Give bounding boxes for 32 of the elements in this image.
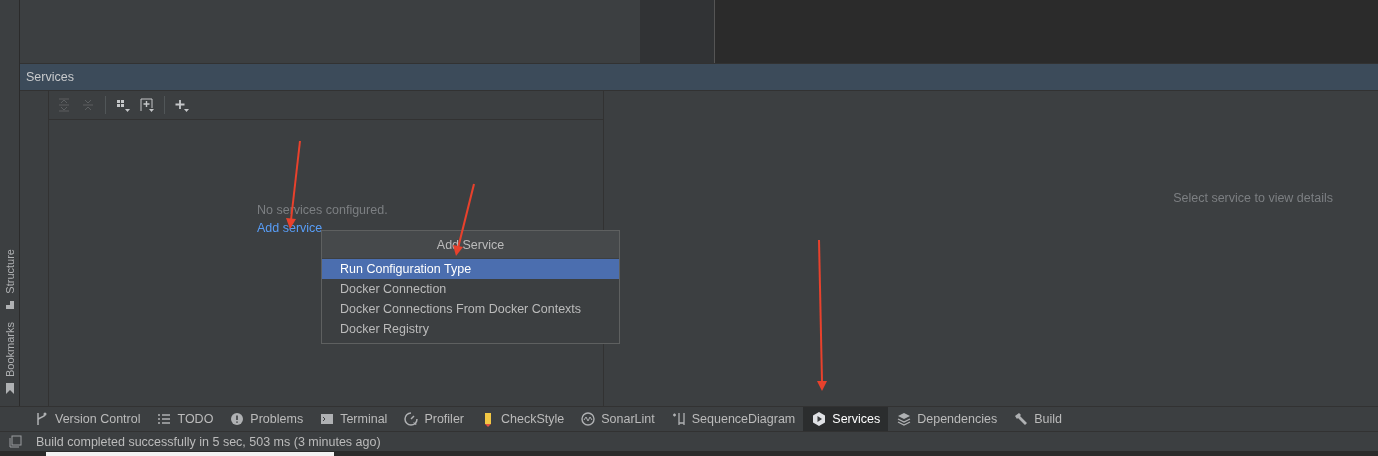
wave-circle-icon: [580, 411, 597, 427]
tool-window-tab[interactable]: Problems: [221, 407, 312, 431]
structure-icon: [4, 299, 15, 310]
add-group-icon[interactable]: [138, 96, 156, 114]
tool-window-tab[interactable]: Dependencies: [888, 407, 1006, 431]
side-tab[interactable]: Bookmarks: [0, 321, 19, 394]
side-tab[interactable]: Structure: [0, 249, 19, 310]
menu-item[interactable]: Docker Connections From Docker Contexts: [322, 299, 619, 319]
tool-window-tab[interactable]: Terminal: [311, 407, 396, 431]
tool-window-tab[interactable]: Version Control: [26, 407, 149, 431]
tool-window-tab[interactable]: SonarLint: [572, 407, 663, 431]
menu-item[interactable]: Docker Connection: [322, 279, 619, 299]
bookmarks-icon: [4, 383, 15, 394]
menu-item[interactable]: Run Configuration Type: [322, 259, 619, 279]
tool-window-tab[interactable]: Profiler: [395, 407, 472, 431]
sequence-icon: [670, 411, 687, 427]
gauge-icon: [403, 411, 420, 427]
terminal-icon: [319, 411, 336, 427]
tool-window-tab[interactable]: Build: [1005, 407, 1070, 431]
exclamation-icon: [229, 411, 246, 427]
status-message: Build completed successfully in 5 sec, 503 ms (3 minutes ago): [36, 434, 381, 449]
panel-toggle-icon[interactable]: [9, 435, 22, 448]
hammer-icon: [1013, 411, 1030, 427]
menu-item[interactable]: Docker Registry: [322, 319, 619, 339]
tool-window-tab[interactable]: CheckStyle: [472, 407, 573, 431]
details-hint: Select service to view details: [1173, 191, 1333, 205]
tool-window-tab[interactable]: TODO: [148, 407, 222, 431]
layers-icon: [896, 411, 913, 427]
tool-window-tab[interactable]: SequenceDiagram: [662, 407, 804, 431]
panel-title: Services: [26, 70, 74, 84]
tool-window-tab[interactable]: Services: [803, 407, 889, 431]
list-icon: [156, 411, 173, 427]
